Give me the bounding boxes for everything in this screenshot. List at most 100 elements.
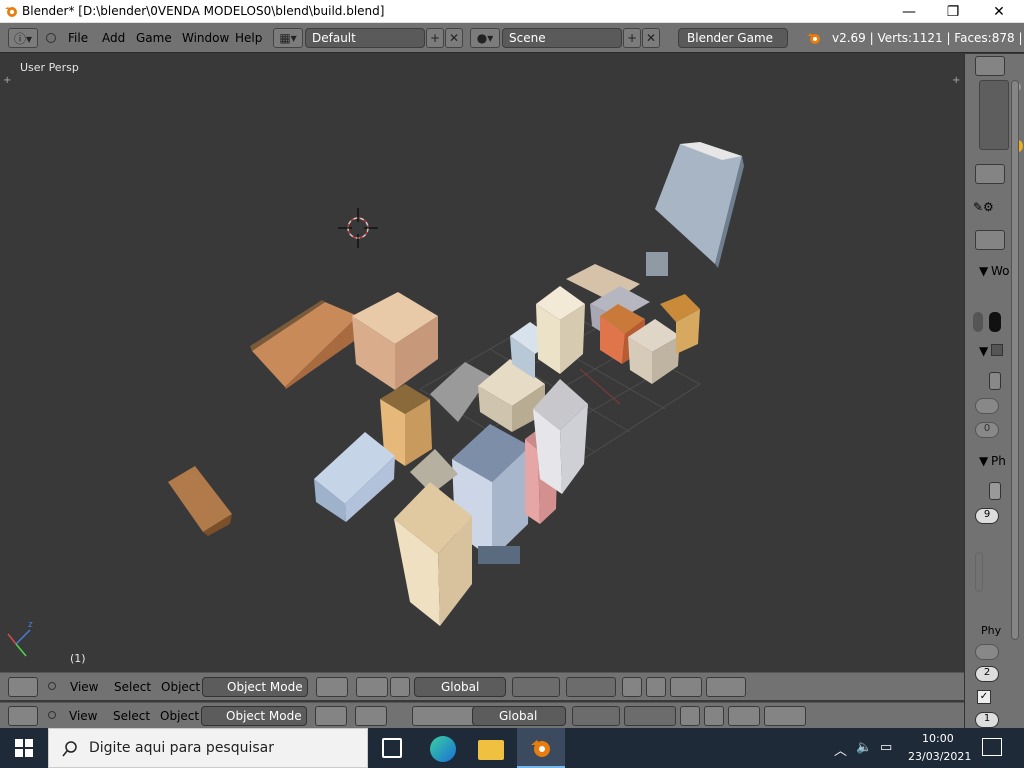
properties-editor-button[interactable] bbox=[975, 164, 1005, 184]
notification-icon[interactable] bbox=[982, 738, 1002, 756]
manipulator-tools[interactable] bbox=[412, 706, 476, 726]
edge-browser-icon[interactable] bbox=[430, 736, 456, 762]
slider-field[interactable] bbox=[975, 644, 999, 660]
menu-view[interactable]: View bbox=[69, 709, 97, 723]
properties-scrollbar[interactable] bbox=[1011, 80, 1019, 640]
color-swatch[interactable] bbox=[989, 312, 1001, 332]
proportional-edit-button[interactable] bbox=[704, 706, 724, 726]
layers-grid[interactable] bbox=[512, 677, 560, 697]
clock-time[interactable]: 10:00 bbox=[922, 732, 954, 745]
panel-expand-icon[interactable]: ▼ bbox=[979, 344, 988, 358]
window-title-bar: Blender* [D:\blender\0VENDA MODELOS0\ble… bbox=[0, 0, 1024, 23]
slider-field[interactable] bbox=[975, 398, 999, 414]
blender-logo-icon bbox=[807, 33, 820, 44]
panel-checkbox[interactable] bbox=[991, 344, 1003, 356]
manipulator-toggle[interactable] bbox=[390, 677, 410, 697]
layers-grid[interactable] bbox=[566, 677, 616, 697]
editor-type-3d-view-button[interactable] bbox=[8, 706, 38, 726]
remove-scene-button[interactable]: ✕ bbox=[642, 28, 660, 48]
value-field-9[interactable]: 9 bbox=[975, 508, 999, 524]
menu-game[interactable]: Game bbox=[136, 31, 172, 45]
region-expand-icon[interactable]: + bbox=[952, 75, 960, 86]
physics-panel-header[interactable]: ▼ bbox=[979, 454, 988, 468]
number-stepper[interactable] bbox=[989, 372, 1001, 390]
windows-start-icon[interactable] bbox=[14, 738, 34, 758]
menu-select[interactable]: Select bbox=[114, 680, 151, 694]
3d-viewport[interactable]: z bbox=[0, 54, 964, 672]
collapse-menu-icon[interactable] bbox=[48, 682, 56, 690]
taskbar-search-box[interactable]: Digite aqui para pesquisar bbox=[48, 728, 368, 768]
add-scene-button[interactable]: + bbox=[623, 28, 641, 48]
scene-name: Scene bbox=[509, 31, 546, 45]
scene-stats: v2.69 | Verts:1121 | Faces:878 | Tris:2 bbox=[832, 31, 1024, 45]
blender-taskbar-button[interactable] bbox=[517, 728, 565, 768]
menu-window[interactable]: Window bbox=[182, 31, 229, 45]
file-explorer-icon[interactable] bbox=[478, 740, 504, 760]
render-engine-dropdown[interactable]: Blender Game bbox=[678, 28, 788, 48]
pivot-point-button[interactable] bbox=[355, 706, 387, 726]
world-panel-label: Wo bbox=[991, 264, 1010, 278]
screen-layout-field[interactable]: Default bbox=[305, 28, 425, 48]
viewport-shading-button[interactable] bbox=[316, 677, 348, 697]
minimize-button[interactable]: — bbox=[886, 0, 932, 23]
pivot-point-button[interactable] bbox=[356, 677, 388, 697]
pin-icon[interactable]: ✎⚙ bbox=[973, 200, 1009, 214]
maximize-button[interactable]: ❐ bbox=[930, 0, 976, 23]
scene-icon[interactable]: ●▾ bbox=[470, 28, 500, 48]
render-engine-label: Blender Game bbox=[687, 31, 774, 45]
chevron-up-icon[interactable]: ︿ bbox=[834, 740, 847, 759]
transform-orientation-dropdown[interactable]: Global bbox=[414, 677, 506, 697]
menu-file[interactable]: File bbox=[68, 31, 88, 45]
scrollbar[interactable] bbox=[975, 552, 983, 592]
close-button[interactable]: ✕ bbox=[976, 0, 1022, 23]
3d-cursor bbox=[338, 208, 378, 248]
proportional-edit-button[interactable] bbox=[646, 677, 666, 697]
window-title: Blender* [D:\blender\0VENDA MODELOS0\ble… bbox=[22, 4, 385, 18]
world-properties-button[interactable] bbox=[975, 230, 1005, 250]
editor-type-3d-view-button[interactable] bbox=[8, 677, 38, 697]
transform-orientation-dropdown[interactable]: Global bbox=[472, 706, 566, 726]
menu-object[interactable]: Object bbox=[161, 680, 200, 694]
physics-label: Phy bbox=[981, 624, 1002, 637]
task-view-icon[interactable] bbox=[382, 738, 402, 758]
volume-icon[interactable]: 🔈 bbox=[856, 740, 872, 755]
collapse-menu-icon[interactable] bbox=[48, 711, 56, 719]
region-expand-icon[interactable]: + bbox=[3, 75, 11, 86]
value-field-0[interactable]: 0 bbox=[975, 422, 999, 438]
editor-type-info-button[interactable]: ⓘ▾ bbox=[8, 28, 38, 48]
value-field-2[interactable]: 2 bbox=[975, 666, 999, 682]
color-swatch[interactable] bbox=[973, 312, 983, 332]
lock-layers-button[interactable] bbox=[680, 706, 700, 726]
clock-date[interactable]: 23/03/2021 bbox=[908, 750, 971, 763]
layers-grid[interactable] bbox=[624, 706, 676, 726]
x-axis-line bbox=[579, 368, 621, 405]
menu-help[interactable]: Help bbox=[235, 31, 262, 45]
render-opengl-button[interactable] bbox=[706, 677, 746, 697]
viewport-shading-button[interactable] bbox=[315, 706, 347, 726]
outliner-editor-button[interactable] bbox=[975, 56, 1005, 76]
network-icon[interactable]: ▭ bbox=[880, 740, 892, 755]
collapse-menu-icon[interactable] bbox=[46, 33, 56, 43]
interaction-mode-dropdown[interactable]: Object Mode bbox=[202, 677, 308, 697]
snap-button[interactable] bbox=[728, 706, 760, 726]
layers-grid[interactable] bbox=[572, 706, 620, 726]
menu-object[interactable]: Object bbox=[160, 709, 199, 723]
screen-layout-icon[interactable]: ▦▾ bbox=[273, 28, 303, 48]
menu-select[interactable]: Select bbox=[113, 709, 150, 723]
number-stepper[interactable] bbox=[989, 482, 1001, 500]
render-opengl-button[interactable] bbox=[764, 706, 806, 726]
frame-label: (1) bbox=[70, 652, 86, 665]
lock-layers-button[interactable] bbox=[622, 677, 642, 697]
interaction-mode-dropdown[interactable]: Object Mode bbox=[201, 706, 307, 726]
snap-button[interactable] bbox=[670, 677, 702, 697]
add-layout-button[interactable]: + bbox=[426, 28, 444, 48]
scene-field[interactable]: Scene bbox=[502, 28, 622, 48]
menu-view[interactable]: View bbox=[70, 680, 98, 694]
remove-layout-button[interactable]: ✕ bbox=[445, 28, 463, 48]
enable-checkbox[interactable]: ✓ bbox=[977, 690, 991, 704]
menu-add[interactable]: Add bbox=[102, 31, 125, 45]
search-icon bbox=[62, 741, 77, 757]
outliner-area[interactable] bbox=[979, 80, 1009, 150]
world-panel-header[interactable]: ▼ bbox=[979, 264, 988, 278]
value-field-1[interactable]: 1 bbox=[975, 712, 999, 728]
